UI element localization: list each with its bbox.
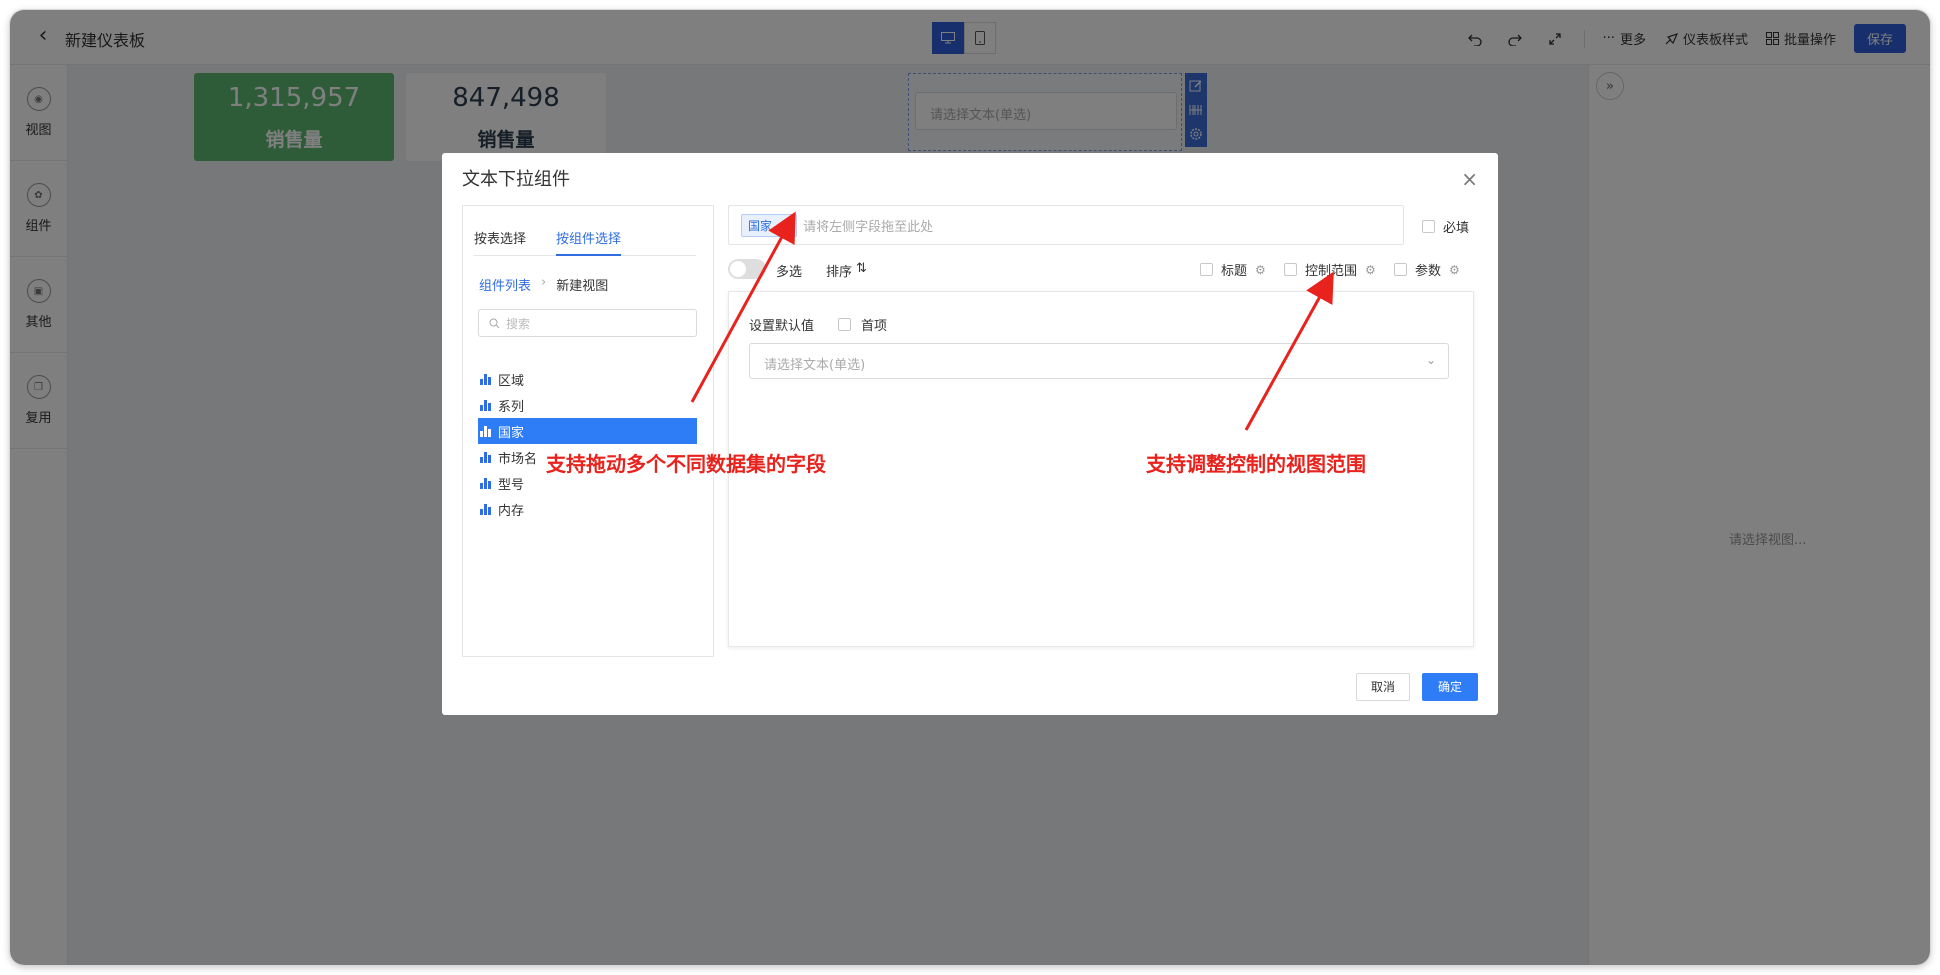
first-item-label: 首项 (861, 319, 888, 334)
field-label: 区域 (498, 373, 525, 389)
title-label: 标题 (1221, 264, 1248, 279)
default-value-row: 设置默认值 首项 (749, 315, 887, 334)
chevron-down-icon: ⌄ (1425, 353, 1436, 367)
bar-chart-icon (480, 503, 492, 515)
dialog-title: 文本下拉组件 (462, 169, 570, 190)
gear-icon[interactable]: ⚙ (1365, 263, 1376, 277)
params-checkbox[interactable] (1394, 263, 1407, 276)
search-placeholder: 搜索 (506, 316, 531, 331)
first-item-checkbox[interactable] (838, 318, 852, 331)
bar-chart-icon (480, 477, 492, 489)
breadcrumb: 组件列表 › 新建视图 (479, 275, 608, 294)
required-checkbox[interactable] (1422, 220, 1435, 233)
required-option[interactable]: 必填 (1422, 217, 1469, 236)
field-drop-zone[interactable]: 国家 × 请将左侧字段拖至此处 (728, 205, 1404, 245)
annotation-control-range: 支持调整控制的视图范围 (1146, 452, 1366, 476)
field-label: 内存 (498, 503, 525, 519)
required-label: 必填 (1443, 221, 1470, 236)
bar-chart-icon (480, 425, 492, 437)
multi-select-toggle[interactable] (728, 259, 766, 279)
field-item-selected[interactable]: 国家 (478, 418, 697, 444)
field-source-pane: 按表选择 按组件选择 组件列表 › 新建视图 搜索 区域 系列 国家 市场名 型… (462, 205, 714, 657)
remove-tag-icon[interactable]: × (780, 218, 790, 232)
chevron-right-icon: › (541, 275, 547, 290)
bar-chart-icon (480, 399, 492, 411)
field-tag[interactable]: 国家 × (741, 213, 798, 237)
app-window: ‹ 新建仪表板 ··· 更多 (10, 10, 1930, 965)
control-range-checkbox[interactable] (1284, 263, 1297, 276)
field-item[interactable]: 系列 (478, 392, 697, 418)
breadcrumb-root[interactable]: 组件列表 (479, 275, 531, 294)
title-option[interactable]: 标题 ⚙ (1200, 260, 1266, 279)
annotation-drag-fields: 支持拖动多个不同数据集的字段 (546, 452, 826, 476)
search-icon (489, 318, 500, 328)
multi-select-label: 多选 (776, 265, 803, 280)
field-item[interactable]: 内存 (478, 496, 697, 522)
field-label: 国家 (498, 425, 525, 441)
cancel-button[interactable]: 取消 (1356, 673, 1410, 701)
first-item-option[interactable]: 首项 (838, 315, 887, 334)
tab-by-table[interactable]: 按表选择 (474, 222, 526, 256)
gear-icon[interactable]: ⚙ (1255, 263, 1266, 277)
default-value-label: 设置默认值 (749, 319, 815, 334)
ok-button[interactable]: 确定 (1422, 673, 1478, 701)
source-tabs: 按表选择 按组件选择 (474, 222, 696, 256)
field-label: 市场名 (498, 451, 538, 467)
sort-icon: ⇅ (856, 261, 867, 276)
params-option[interactable]: 参数 ⚙ (1394, 260, 1460, 279)
tab-by-component[interactable]: 按组件选择 (556, 222, 622, 256)
field-item[interactable]: 区域 (478, 366, 697, 392)
toggle-knob (730, 261, 746, 277)
close-icon[interactable]: × (1461, 167, 1478, 191)
bar-chart-icon (480, 451, 492, 463)
control-range-label: 控制范围 (1305, 264, 1358, 279)
field-list: 区域 系列 国家 市场名 型号 内存 (478, 366, 697, 522)
title-checkbox[interactable] (1200, 263, 1213, 276)
control-range-option[interactable]: 控制范围 ⚙ (1284, 260, 1376, 279)
text-dropdown-dialog: 文本下拉组件 × 按表选择 按组件选择 组件列表 › 新建视图 搜索 区域 系列… (442, 153, 1498, 715)
select-placeholder: 请选择文本(单选) (764, 358, 866, 373)
sort-button[interactable]: 排序 ⇅ (826, 261, 867, 280)
options-row: 多选 排序 ⇅ 标题 ⚙ 控制范围 ⚙ 参数 ⚙ (728, 259, 1484, 280)
search-input[interactable]: 搜索 (478, 309, 697, 337)
bar-chart-icon (480, 373, 492, 385)
drop-zone-placeholder: 请将左侧字段拖至此处 (803, 219, 934, 235)
gear-icon[interactable]: ⚙ (1449, 263, 1460, 277)
breadcrumb-current: 新建视图 (556, 279, 609, 294)
field-label: 系列 (498, 399, 525, 415)
params-label: 参数 (1415, 264, 1442, 279)
field-label: 型号 (498, 477, 525, 493)
sort-label: 排序 (826, 265, 853, 280)
tag-label: 国家 (748, 218, 773, 233)
default-value-select[interactable]: 请选择文本(单选) ⌄ (749, 343, 1449, 379)
